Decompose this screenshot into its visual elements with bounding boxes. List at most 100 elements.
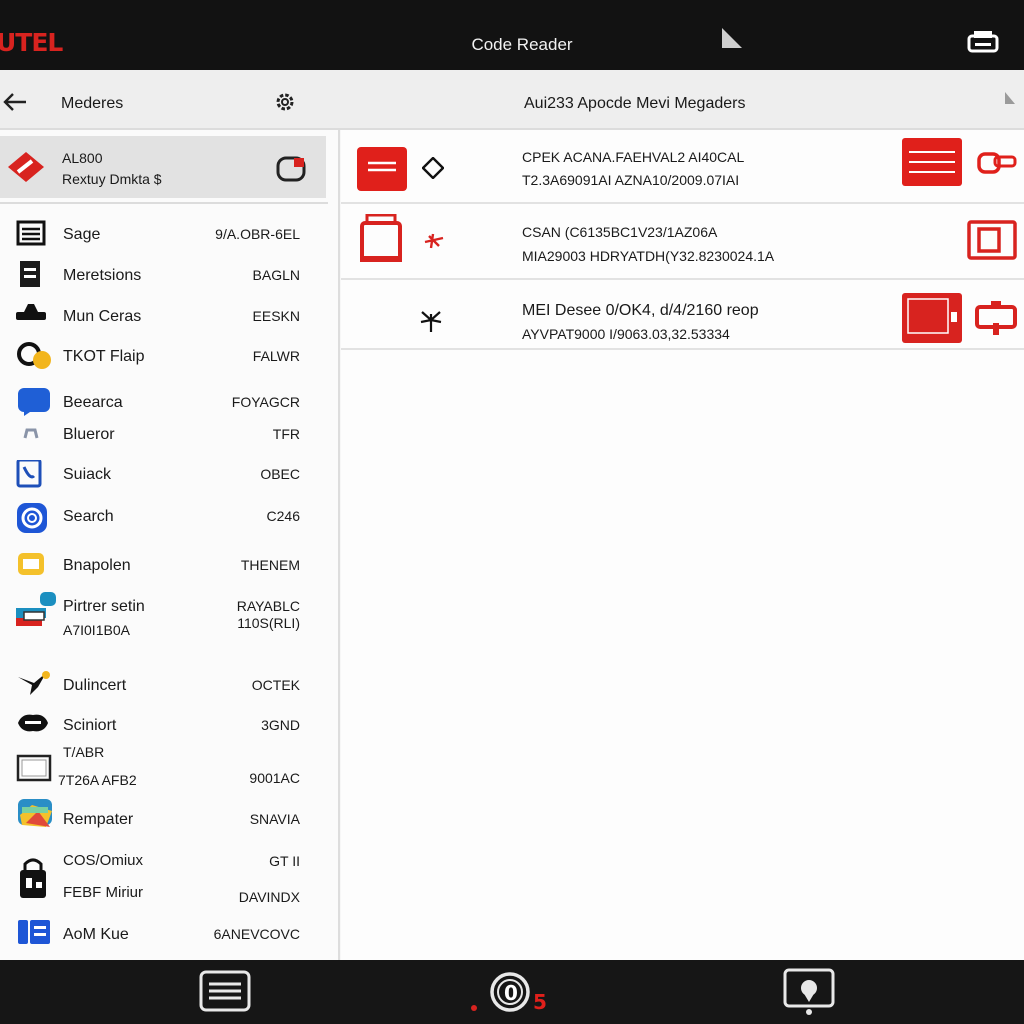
asterisk-icon xyxy=(419,308,443,339)
code-row[interactable]: CPEK ACANA.FAEHVAL2 AI40CAL T2.3A69091AI… xyxy=(341,130,1024,204)
menu-item-tkot-flaip[interactable]: TKOT Flaip FALWR xyxy=(0,342,326,374)
menu-value: OCTEK xyxy=(251,677,300,693)
menu-label: AoM Kue xyxy=(63,926,129,943)
menu-value: TFR xyxy=(272,426,300,442)
menu-item-cos-omiux[interactable]: COS/Omiux FEBF Miriur GT II DAVINDX xyxy=(0,846,326,908)
menu-sublabel: 7T26A AFB2 xyxy=(58,772,137,788)
menu-item-tabr[interactable]: T/ABR 7T26A AFB2 9001AC xyxy=(0,742,326,794)
menu-item-sage[interactable]: Sage 9/A.OBR-6EL xyxy=(0,220,326,252)
menu-value: 9/A.OBR-6EL xyxy=(215,226,300,242)
printer-icon xyxy=(16,592,60,637)
menu-label: T/ABR xyxy=(63,744,105,760)
menu-label: Meretsions xyxy=(63,267,142,284)
gear-icon[interactable] xyxy=(273,90,297,119)
map-icon xyxy=(16,797,56,838)
menu-value: OBEC xyxy=(260,466,300,482)
page-title: Aui233 Apocde Mevi Megaders xyxy=(524,95,746,112)
menu-value: 9001AC xyxy=(249,770,300,786)
report-icon[interactable] xyxy=(901,137,963,192)
menu-label: Suiack xyxy=(63,466,112,483)
module-red-icon[interactable] xyxy=(359,213,403,269)
menu-item-dulincert[interactable]: Dulincert OCTEK xyxy=(0,671,326,703)
menu-value: 3GND xyxy=(261,717,300,733)
code-title: MEI Desee 0/OK4, d/4/2160 reop xyxy=(522,302,759,319)
scan-button-icon[interactable]: 0 xyxy=(470,966,530,1021)
print-icon[interactable] xyxy=(966,30,1000,59)
menu-item-search[interactable]: Search C246 xyxy=(0,502,326,534)
screen-red-icon[interactable] xyxy=(901,292,963,349)
code-row[interactable]: CSAN (C6135BC1V23/1AZ06A MIA29003 HDRYAT… xyxy=(341,206,1024,280)
menu-item-aom-kue[interactable]: AoM Kue 6ANEVCOVC xyxy=(0,920,326,952)
menu-item-pirtrer-setin[interactable]: Pirtrer setin A7I0I1B0A RAYABLC 110S(RLI) xyxy=(0,592,326,650)
section-title: Mederes xyxy=(61,95,124,112)
code-row[interactable]: MEI Desee 0/OK4, d/4/2160 reop AYVPAT900… xyxy=(341,282,1024,350)
menu-value: BAGLN xyxy=(252,267,300,283)
right-panel: CPEK ACANA.FAEHVAL2 AI40CAL T2.3A69091AI… xyxy=(341,130,1024,960)
list-icon xyxy=(16,220,46,251)
bottom-bar: 0 5 xyxy=(0,960,1024,1024)
link-icon[interactable] xyxy=(977,150,1017,181)
menu-list-icon[interactable] xyxy=(199,970,251,1017)
menu-label: Rempater xyxy=(63,811,134,828)
menu-value: SNAVIA xyxy=(249,811,300,827)
menu-label: Mun Ceras xyxy=(63,308,142,325)
vehicle-detail: Rextuy Dmkta $ xyxy=(62,171,162,187)
menu-sublabel: FEBF Miriur xyxy=(63,884,143,901)
menu-item-suiack[interactable]: Suiack OBEC xyxy=(0,458,326,495)
support-icon xyxy=(16,711,50,740)
menu-value: RAYABLC 110S(RLI) xyxy=(236,598,300,631)
menu-item-beearca[interactable]: Beearca FOYAGCR xyxy=(0,388,326,420)
module-icon xyxy=(16,261,46,294)
gauge-icon xyxy=(16,342,56,377)
menu-value: EESKN xyxy=(252,308,300,324)
code-detail: MIA29003 HDRYATDH(Y32.8230024.1A xyxy=(522,248,775,264)
home-location-icon[interactable] xyxy=(783,968,835,1021)
menu-value: GT II DAVINDX xyxy=(238,853,300,905)
menu-item-rempater[interactable]: Rempater SNAVIA xyxy=(0,799,326,837)
notification-badge: 5 xyxy=(533,990,547,1014)
chat-icon xyxy=(16,388,50,421)
menu-value: C246 xyxy=(266,508,300,524)
menu-item-meretsions[interactable]: Meretsions BAGLN xyxy=(0,261,326,293)
menu-value: FALWR xyxy=(252,348,300,364)
doc-icon xyxy=(16,920,52,953)
menu-label: Beearca xyxy=(63,394,123,411)
back-arrow-icon[interactable] xyxy=(2,92,28,117)
menu-label: TKOT Flaip xyxy=(63,348,145,365)
menu-icon[interactable] xyxy=(356,146,408,197)
vehicle-brand-icon xyxy=(6,152,46,187)
menu-label: Sciniort xyxy=(63,717,117,734)
vehicle-model: AL800 xyxy=(62,150,103,166)
phone-icon xyxy=(16,458,46,495)
menu-value: FOYAGCR xyxy=(231,394,300,410)
tag-icon[interactable] xyxy=(276,156,308,187)
plane-icon xyxy=(16,671,52,704)
search-icon xyxy=(16,502,48,539)
app-title: Code Reader xyxy=(471,35,573,54)
signal-icon[interactable] xyxy=(720,28,744,55)
menu-item-bnapolen[interactable]: Bnapolen THENEM xyxy=(0,551,326,583)
spark-icon xyxy=(423,230,445,255)
menu-label: Dulincert xyxy=(63,677,127,694)
diamond-icon xyxy=(421,156,445,184)
window-icon[interactable] xyxy=(967,220,1017,265)
menu-value: 6ANEVCOVC xyxy=(213,926,300,942)
menu-sublabel: A7I0I1B0A xyxy=(63,622,130,638)
menu-value: THENEM xyxy=(240,557,300,573)
menu-label: Sage xyxy=(63,226,101,243)
menu-item-mun-ceras[interactable]: Mun Ceras EESKN xyxy=(0,302,326,334)
divider xyxy=(0,202,328,204)
menu-label: COS/Omiux xyxy=(63,852,144,869)
corner-icon xyxy=(1003,92,1017,111)
menu-item-blueror[interactable]: Blueror TFR xyxy=(0,420,326,452)
code-detail: AYVPAT9000 I/9063.03,32.53334 xyxy=(522,326,730,342)
menu-item-sciniort[interactable]: Sciniort 3GND xyxy=(0,711,326,743)
screen-icon xyxy=(16,754,52,787)
monitor-icon[interactable] xyxy=(975,301,1017,342)
vehicle-card[interactable]: AL800 Rextuy Dmkta $ xyxy=(0,136,326,198)
car-small-icon xyxy=(16,420,46,449)
lock-icon xyxy=(16,856,50,905)
code-title: CSAN (C6135BC1V23/1AZ06A xyxy=(522,224,718,240)
folder-icon xyxy=(16,551,46,584)
menu-label: Search xyxy=(63,508,114,525)
